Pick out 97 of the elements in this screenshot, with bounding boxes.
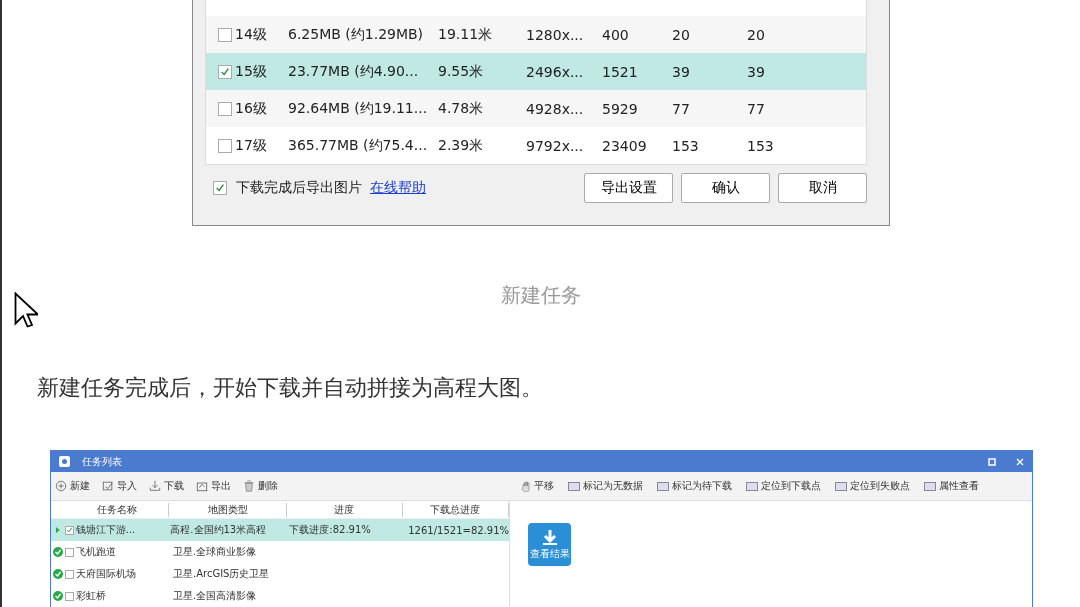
column-header[interactable]: 任务名称 [65,502,170,517]
table-cell-text: 高程.全国约13米高程 [170,523,268,537]
toolbar-button[interactable]: 标记为待下载 [657,479,732,493]
table-cell: 5929 [602,100,638,117]
table-cell-text: 卫星.ArcGIS历史卫星 [173,567,271,581]
table-cell: 1521 [602,63,638,80]
table-cell: 17级 [235,136,267,155]
table-cell-text: 飞机跑道 [76,545,117,559]
table-cell: 23409 [602,137,647,154]
table-cell-text: 卫星.全球商业影像 [173,545,258,559]
column-header[interactable]: 进度 [287,502,403,517]
table-cell: 153 [747,137,774,154]
plus-circle-icon [55,480,67,492]
toolbar-button[interactable]: 定位到下载点 [746,479,821,493]
table-cell: 15级 [235,62,267,81]
paragraph: 新建任务完成后，开始下载并自动拼接为高程大图。 [37,375,543,400]
table-cell: 23.77MB (约4.90... [288,62,419,81]
toolbar-button[interactable]: 标记为无数据 [568,479,643,493]
checkbox[interactable] [65,569,74,579]
toolbar-button[interactable]: 导出 [196,479,231,493]
check-circle-icon [53,569,63,579]
table-cell: 39 [747,63,765,80]
table-cell-text: 钱塘江下游... [75,523,137,537]
task-row[interactable]: 天府国际机场 卫星.ArcGIS历史卫星 [51,563,509,585]
toolbar-button[interactable]: 平移 [521,479,554,493]
table-row[interactable]: 17级 365.77MB (约75.4... 2.39米 9792x... 23409 153 153 [206,127,866,164]
trash-icon [243,480,255,492]
rectangle-icon [657,481,669,491]
rectangle-icon [746,481,758,491]
table-cell: 2.39米 [438,136,484,155]
table-cell: 39 [672,63,690,80]
task-row[interactable]: 钱塘江下游... 高程.全国约13米高程 下载进度:82.91% 1261/1521=82.91% [51,519,509,541]
toolbar-button[interactable]: 下载 [149,479,184,493]
dialog-button[interactable]: 导出设置 [584,173,673,203]
table-row[interactable]: 14级 6.25MB (约1.29MB) 19.11米 1280x... 400 20 20 [206,16,866,53]
toolbar-button[interactable]: 定位到失败点 [835,479,910,493]
table-cell: 4.78米 [438,99,484,118]
rectangle-icon [568,481,580,491]
table-cell-text: 下载进度:82.91% [289,523,372,537]
hand-icon [521,480,531,492]
figure-caption: 新建任务 [501,283,581,307]
table-cell: 92.64MB (约19.11... [288,99,428,118]
column-header[interactable]: 下载总进度 [402,502,509,517]
toolbar-button[interactable]: 删除 [243,479,278,493]
table-cell: 14级 [235,25,267,44]
toolbar-button[interactable]: 导入 [102,479,137,493]
dialog-button[interactable]: 确认 [681,173,770,203]
table-cell-text: 天府国际机场 [76,567,137,581]
table-cell: 19.11米 [438,25,493,44]
export-icon [196,480,208,492]
column-header[interactable]: 地图类型 [169,502,287,517]
download-icon [149,480,161,492]
dialog-button[interactable]: 取消 [778,173,867,203]
table-cell: 16级 [235,99,267,118]
edit-icon [102,480,114,492]
checkbox[interactable] [64,525,74,535]
table-cell: 20 [672,26,690,43]
table-cell: 153 [672,137,699,154]
checkbox[interactable] [218,138,232,153]
table-cell: 4928x... [526,100,584,117]
view-result-button[interactable]: 查看结果 [528,523,571,566]
window-title: 任务列表 [82,454,123,469]
table-cell-text: 彩虹桥 [76,589,107,603]
toolbar-button[interactable]: 属性查看 [924,479,979,493]
checkbox[interactable] [218,27,232,42]
checkbox[interactable] [218,64,232,79]
task-row[interactable]: 飞机跑道 卫星.全球商业影像 [51,541,509,563]
table-row[interactable]: 15级 23.77MB (约4.90... 9.55米 2496x... 1521 39 39 [206,53,866,90]
checkbox[interactable] [65,547,74,557]
table-cell: 1261/1521=82.91% [408,524,509,536]
check-circle-icon [53,547,63,557]
table-cell: 9.55米 [438,62,484,81]
table-cell: 365.77MB (约75.4... [288,136,428,155]
table-cell: 6.25MB (约1.29MB) [288,25,424,44]
table-cell: 77 [672,100,690,117]
table-cell: 2496x... [526,63,584,80]
checkbox-label: 下载完成后导出图片 [236,179,362,197]
close-icon[interactable] [1016,457,1024,466]
table-cell: 77 [747,100,765,117]
table-cell: 1280x... [526,26,584,43]
rectangle-icon [924,481,936,491]
table-cell: 9792x... [526,137,584,154]
table-cell: 400 [602,26,629,43]
toolbar-button[interactable]: 新建 [55,479,90,493]
rectangle-icon [835,481,847,491]
task-row[interactable]: 彩虹桥 卫星.全国高清影像 [51,585,509,607]
checkbox[interactable] [65,591,74,601]
help-link[interactable]: 在线帮助 [370,179,426,197]
checkbox[interactable] [218,101,232,116]
mouse-cursor-icon [14,292,38,328]
table-cell: 20 [747,26,765,43]
table-cell-text: 卫星.全国高清影像 [173,589,258,603]
app-icon [59,456,70,467]
checkbox[interactable] [213,181,227,195]
table-row[interactable]: 16级 92.64MB (约19.11... 4.78米 4928x... 5929 77 77 [206,90,866,127]
check-circle-icon [53,591,63,601]
maximize-icon[interactable] [988,457,996,466]
